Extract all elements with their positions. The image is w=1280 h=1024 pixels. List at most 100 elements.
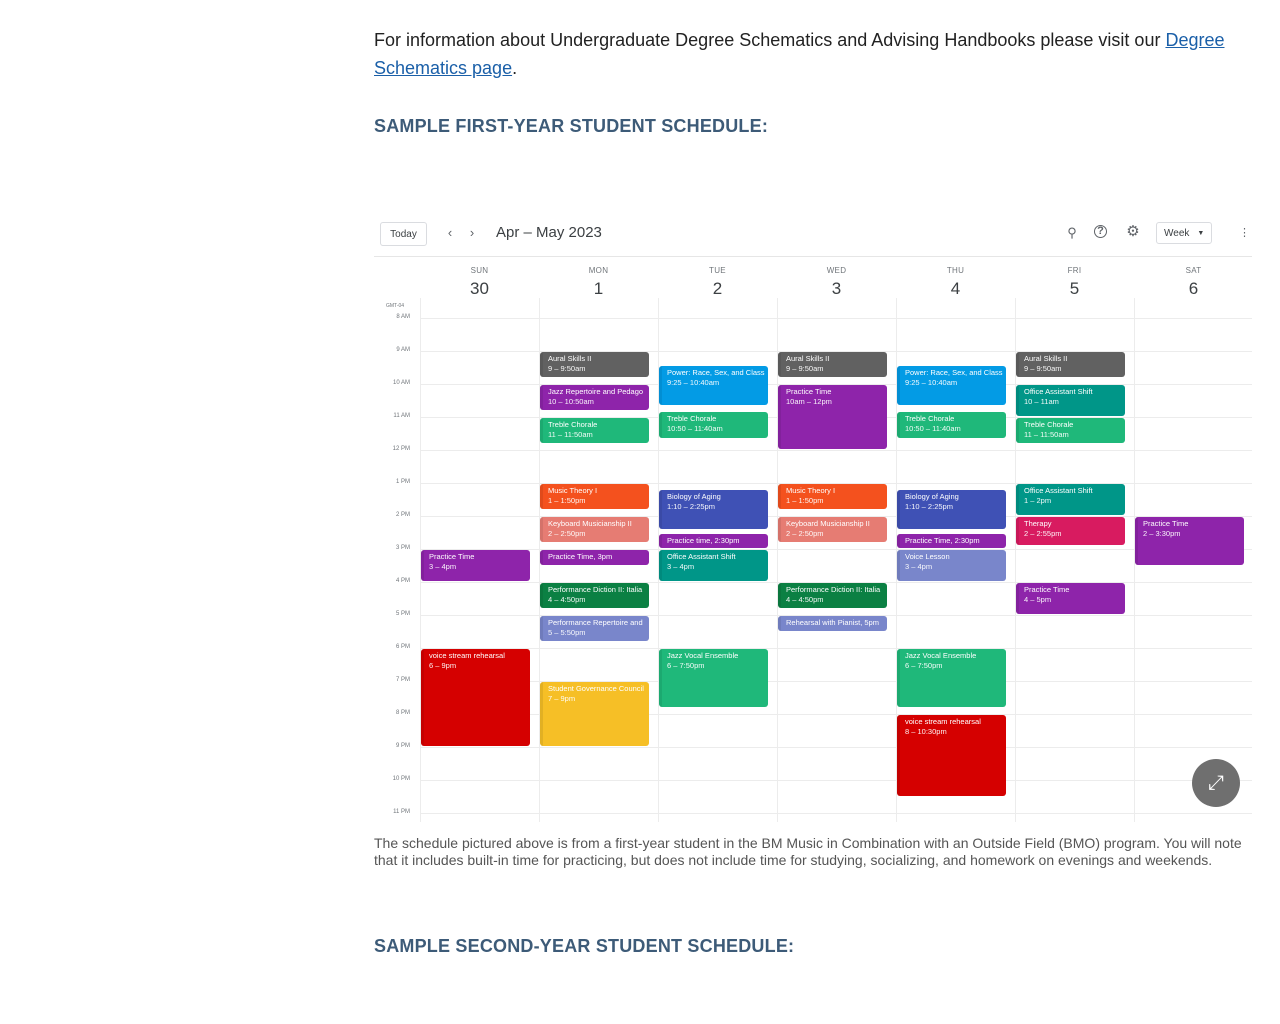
hour-label: 8 AM — [396, 314, 410, 320]
hour-label: 7 PM — [395, 677, 410, 683]
calendar-event: Jazz Repertoire and Pedago 10 – 10:50am — [540, 385, 649, 411]
event-time: 2 – 2:50pm — [548, 529, 586, 538]
calendar-event: Music Theory I1 – 1:50pm — [778, 484, 887, 510]
date-range-title: Apr – May 2023 — [496, 224, 602, 241]
event-time: 10am – 12pm — [786, 397, 832, 406]
expand-image-button[interactable]: ⤢ — [1192, 759, 1240, 807]
event-time: 3 – 4pm — [429, 562, 457, 571]
event-time: 9 – 9:50am — [786, 364, 824, 373]
event-time: 10:50 – 11:40am — [905, 424, 961, 434]
first-year-heading: SAMPLE FIRST-YEAR STUDENT SCHEDULE: — [374, 116, 769, 136]
event-title: Aural Skills II — [786, 354, 830, 363]
event-time: 4 – 4:50pm — [786, 595, 824, 604]
schedule-screenshot: Today ‹ › Apr – May 2023 ⚲ ? ⚙ Week ▼ ⋮⋮… — [374, 212, 1252, 822]
event-title: Practice Time — [429, 552, 475, 561]
day-name: SUN — [470, 266, 489, 275]
hour-gridline — [420, 813, 1252, 814]
event-title: Practice Time — [1024, 585, 1070, 594]
event-time: 4 – 4:50pm — [548, 595, 586, 604]
event-title: Performance Diction II: Italia — [548, 585, 643, 594]
view-select: Week ▼ — [1156, 222, 1212, 244]
chevron-left-icon: ‹ — [447, 225, 453, 240]
event-title: Keyboard Musicianship II — [548, 519, 632, 528]
event-time: 6 – 7:50pm — [667, 661, 705, 670]
event-time: 2 – 2:55pm — [1024, 529, 1062, 538]
event-time: 10 – 10:50am — [548, 397, 594, 406]
day-header-wed: WED 3 — [777, 266, 896, 299]
event-title: Jazz Vocal Ensemble — [667, 651, 739, 660]
view-label: Week — [1164, 227, 1190, 239]
hour-gridline — [420, 318, 1252, 319]
event-title: Treble Chorale — [1024, 420, 1074, 429]
event-time: 9:25 – 10:40am — [667, 377, 720, 387]
calendar-event: Voice Lesson 3 – 4pm — [897, 550, 1006, 581]
day-header-mon: MON 1 — [539, 266, 658, 299]
event-title: Aural Skills II — [1024, 354, 1068, 363]
second-year-heading: SAMPLE SECOND-YEAR STUDENT SCHEDULE: — [374, 936, 795, 956]
calendar-event: Student Governance Council 7 – 9pm — [540, 682, 649, 746]
hour-gridline — [420, 450, 1252, 451]
day-date: 4 — [950, 279, 961, 298]
calendar-event: Performance Diction II: Italia 4 – 4:50pm — [540, 583, 649, 609]
event-time: 6 – 9pm — [429, 661, 457, 670]
event-time: 4 – 5pm — [1024, 595, 1052, 604]
event-title: Student Governance Council — [548, 684, 644, 693]
hour-label: 2 PM — [395, 512, 410, 518]
calendar-event: Biology of Aging 1:10 – 2:25pm — [897, 489, 1006, 529]
event-title: Performance Repertoire and — [548, 618, 643, 627]
event-title: Performance Diction II: Italia — [786, 585, 881, 594]
event-title: Biology of Aging — [667, 491, 721, 501]
calendar-toolbar: Today ‹ › Apr – May 2023 ⚲ ? ⚙ Week ▼ ⋮⋮ — [374, 212, 1252, 257]
calendar-event: Office Assistant Shift 1 – 2pm — [1016, 484, 1125, 515]
day-name: WED — [826, 266, 847, 275]
event-title: Jazz Vocal Ensemble — [905, 651, 977, 660]
event-time: 10 – 11am — [1024, 397, 1059, 406]
calendar-event: Treble Chorale 11 – 11:50am — [540, 418, 649, 444]
calendar-event: voice stream rehearsal 6 – 9pm — [421, 649, 530, 746]
day-header-thu: THU 4 — [896, 266, 1015, 299]
hour-label: 6 PM — [395, 644, 410, 650]
hour-gridline — [420, 780, 1252, 781]
calendar-event: Office Assistant Shift 10 – 11am — [1016, 385, 1125, 416]
calendar-event: Music Theory I1 – 1:50pm — [540, 484, 649, 510]
day-date: 30 — [470, 279, 489, 298]
calendar-event: Aural Skills II 9 – 9:50am — [778, 352, 887, 378]
event-title: Therapy — [1024, 519, 1052, 528]
event-title: Biology of Aging — [905, 491, 959, 501]
day-date: 5 — [1069, 279, 1080, 298]
event-time: 9 – 9:50am — [548, 364, 586, 373]
hour-label: 9 AM — [396, 347, 410, 353]
day-name: SAT — [1185, 266, 1202, 275]
intro-text: For information about Undergraduate Degr… — [374, 30, 1166, 50]
calendar-event: Office Assistant Shift 3 – 4pm — [659, 550, 768, 581]
calendar-event: Aural Skills II 9 – 9:50am — [1016, 352, 1125, 378]
event-time: 1 – 1:50pm — [786, 496, 824, 505]
timezone-label: GMT-04 — [386, 303, 405, 309]
event-title: Office Assistant Shift — [1024, 486, 1093, 495]
event-title: Voice Lesson — [905, 552, 950, 561]
event-time: 10:50 – 11:40am — [667, 424, 723, 434]
expand-icon: ⤢ — [1208, 771, 1224, 794]
event-title: Office Assistant Shift — [667, 552, 736, 561]
day-date: 1 — [593, 279, 604, 298]
calendar-event: Practice time, 2:30pm — [659, 533, 768, 548]
calendar-event: Performance Repertoire and 5 – 5:50pm — [540, 616, 649, 642]
day-name: FRI — [1067, 266, 1082, 275]
event-title: Practice Time, 3pm — [548, 552, 613, 561]
event-title: Aural Skills II — [548, 354, 592, 363]
day-date: 3 — [831, 279, 842, 298]
event-title: Treble Chorale — [905, 414, 955, 424]
hour-label: 8 PM — [395, 710, 410, 716]
event-title: Music Theory I — [786, 486, 836, 495]
event-time: 2 – 3:30pm — [1143, 529, 1181, 538]
event-title: Jazz Repertoire and Pedago — [548, 387, 644, 396]
event-time: 2 – 2:50pm — [786, 529, 824, 538]
hour-label: 10 PM — [392, 776, 410, 782]
event-time: 3 – 4pm — [667, 562, 695, 571]
day-header-sat: SAT 6 — [1134, 266, 1252, 299]
day-header-tue: TUE 2 — [658, 266, 777, 299]
hour-gridline — [420, 747, 1252, 748]
day-name: THU — [946, 266, 965, 275]
calendar-event: Practice Time, 3pm — [540, 550, 649, 565]
hour-label: 1 PM — [395, 479, 410, 485]
